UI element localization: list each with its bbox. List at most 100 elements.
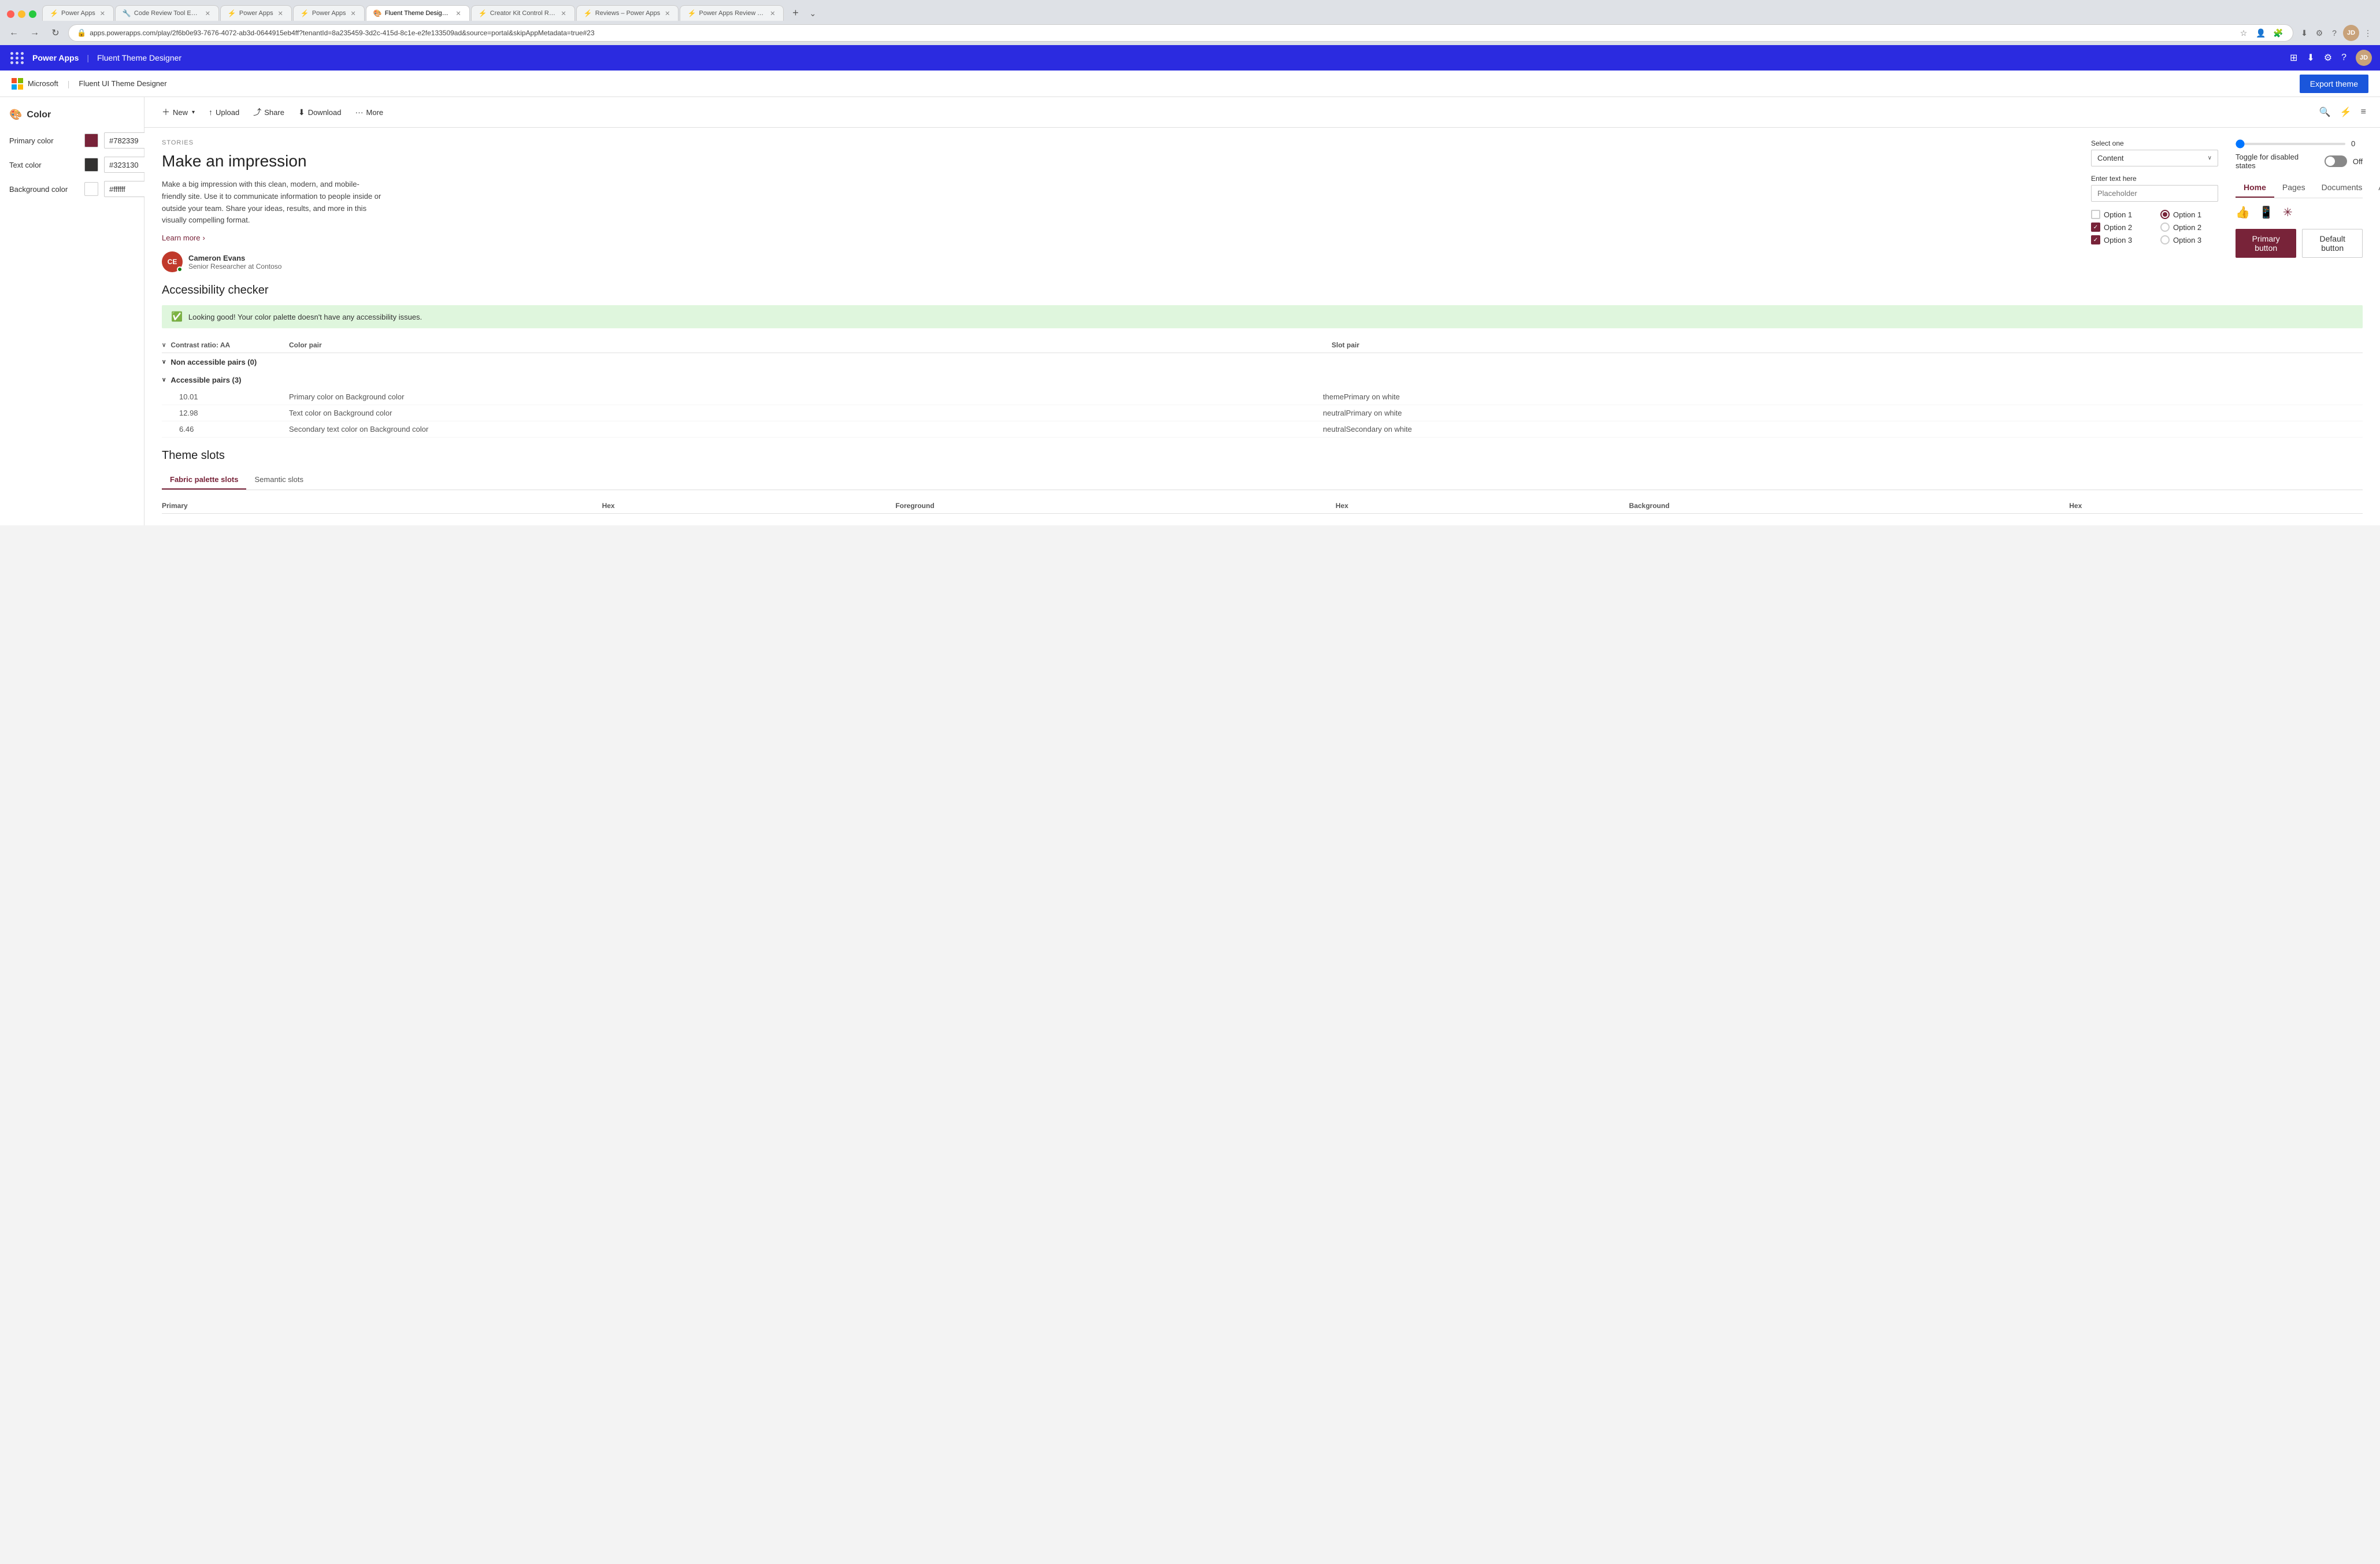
non-accessible-group[interactable]: ∨ Non accessible pairs (0) [162, 353, 2363, 371]
forward-button[interactable]: → [27, 25, 43, 41]
browser-menu-2[interactable]: ⚙ [2313, 27, 2326, 39]
pivot-tab-pages[interactable]: Pages [2274, 178, 2314, 198]
toggle-control[interactable] [2325, 155, 2347, 167]
radio-1[interactable] [2160, 210, 2170, 219]
primary-color-swatch[interactable] [84, 134, 98, 147]
pivot-tab-home[interactable]: Home [2236, 178, 2274, 198]
settings-icon[interactable]: ⚙ [2324, 52, 2332, 64]
app-brand-label[interactable]: Power Apps [32, 53, 79, 62]
new-tab-button[interactable]: + [787, 5, 803, 21]
more-icon: ··· [355, 108, 364, 117]
color-palette-icon: 🎨 [9, 109, 22, 121]
user-profile-button[interactable]: JD [2343, 25, 2359, 41]
non-accessible-chevron[interactable]: ∨ [162, 359, 166, 365]
accessibility-title: Accessibility checker [162, 284, 2363, 297]
checkbox-2-check: ✓ [2093, 224, 2098, 231]
radio-3[interactable] [2160, 235, 2170, 244]
tab-dropdown-button[interactable]: ⌄ [807, 6, 818, 21]
address-bar[interactable]: 🔒 apps.powerapps.com/play/2f6b0e93-7676-… [68, 24, 2293, 42]
tab-4-close[interactable]: ✕ [350, 10, 357, 17]
slider-input[interactable] [2236, 143, 2345, 145]
toolbar: ＋ New ▾ ↑ Upload ⤴ Share ⬇ Download ··· … [144, 97, 2380, 128]
learn-more-link[interactable]: Learn more › [162, 234, 2074, 242]
ratio-1: 10.01 [179, 392, 277, 401]
help-icon[interactable]: ? [2341, 53, 2346, 63]
download-button[interactable]: ⬇ Download [292, 104, 347, 121]
install-icon[interactable]: ⬇ [2307, 52, 2314, 64]
theme-tabs: Fabric palette slots Semantic slots [162, 470, 2363, 490]
tab-3-close[interactable]: ✕ [277, 10, 284, 17]
browser-tab-5-active[interactable]: 🎨 Fluent Theme Designer - ✕ [366, 5, 470, 21]
reload-button[interactable]: ↻ [47, 25, 64, 41]
search-icon[interactable]: ⊞ [2290, 52, 2297, 64]
tab-6-close[interactable]: ✕ [560, 10, 568, 17]
radio-option-1: Option 1 [2160, 210, 2218, 219]
browser-tab-7[interactable]: ⚡ Reviews – Power Apps ✕ [576, 5, 679, 21]
more-button[interactable]: ··· More [350, 104, 390, 120]
tab-7-close[interactable]: ✕ [663, 10, 671, 17]
text-input-field[interactable] [2091, 185, 2218, 202]
tab-5-close[interactable]: ✕ [455, 10, 462, 17]
browser-tab-3[interactable]: ⚡ Power Apps ✕ [220, 5, 292, 21]
toolbar-view-icon[interactable]: ≡ [2359, 105, 2368, 120]
checkbox-3[interactable]: ✓ [2091, 235, 2100, 244]
export-theme-button[interactable]: Export theme [2300, 75, 2368, 93]
browser-more-menu[interactable]: ⋮ [2362, 27, 2374, 39]
buttons-row: Primary button Default button [2236, 229, 2363, 258]
toolbar-search-icon[interactable]: 🔍 [2317, 104, 2333, 120]
browser-tab-4[interactable]: ⚡ Power Apps ✕ [293, 5, 365, 21]
minimize-window-btn[interactable] [18, 10, 25, 18]
new-button[interactable]: ＋ New ▾ [156, 103, 201, 121]
close-window-btn[interactable] [7, 10, 14, 18]
browser-tab-1[interactable]: ⚡ Power Apps ✕ [42, 5, 114, 21]
browser-tab-6[interactable]: ⚡ Creator Kit Control Refere... ✕ [471, 5, 575, 21]
user-avatar[interactable]: JD [2356, 50, 2372, 66]
address-bar-row: ← → ↻ 🔒 apps.powerapps.com/play/2f6b0e93… [0, 21, 2380, 45]
ratio-header-chevron[interactable]: ∨ [162, 342, 166, 349]
pivot-tab-activity[interactable]: Activity [2370, 178, 2380, 198]
text-input-section: Enter text here [2091, 175, 2218, 202]
hex3-col-header: Hex [2069, 502, 2363, 510]
preview-left: STORIES Make an impression Make a big im… [162, 139, 2074, 272]
slider-value: 0 [2351, 139, 2363, 148]
extensions-icon[interactable]: 🧩 [2272, 27, 2285, 39]
tab-fabric-palette[interactable]: Fabric palette slots [162, 470, 246, 490]
tab-semantic-slots[interactable]: Semantic slots [246, 470, 312, 490]
accessible-group[interactable]: ∨ Accessible pairs (3) [162, 371, 2363, 389]
default-button[interactable]: Default button [2302, 229, 2363, 258]
waffle-menu[interactable] [8, 50, 27, 66]
upload-button[interactable]: ↑ Upload [203, 104, 245, 120]
browser-menu-1[interactable]: ⬇ [2298, 27, 2311, 39]
profile-icon[interactable]: 👤 [2255, 27, 2267, 39]
preview-headline: Make an impression [162, 152, 2074, 171]
browser-tab-2[interactable]: 🔧 Code Review Tool Experim... ✕ [115, 5, 219, 21]
tab-8-close[interactable]: ✕ [769, 10, 776, 17]
checkbox-1[interactable] [2091, 210, 2100, 219]
bookmark-icon[interactable]: ☆ [2237, 27, 2250, 39]
back-button[interactable]: ← [6, 25, 22, 41]
star-icon-button[interactable]: ✳ [2283, 205, 2293, 220]
dropdown[interactable]: Content ∨ [2091, 150, 2218, 166]
browser-menu-3[interactable]: ? [2328, 27, 2341, 39]
pivot-tab-documents[interactable]: Documents [2314, 178, 2371, 198]
new-label: New [173, 108, 188, 117]
logo-bar: Microsoft | Fluent UI Theme Designer Exp… [0, 71, 2380, 97]
maximize-window-btn[interactable] [29, 10, 36, 18]
browser-tab-8[interactable]: ⚡ Power Apps Review Tool ... ✕ [680, 5, 784, 21]
preview-inner: STORIES Make an impression Make a big im… [162, 139, 2363, 272]
checkbox-2[interactable]: ✓ [2091, 223, 2100, 232]
tab-1-close[interactable]: ✕ [99, 10, 106, 17]
radio-2[interactable] [2160, 223, 2170, 232]
toolbar-filter-icon[interactable]: ⚡ [2338, 104, 2354, 120]
bg-color-swatch[interactable] [84, 182, 98, 196]
like-icon-button[interactable]: 👍 [2236, 205, 2250, 220]
text-color-swatch[interactable] [84, 158, 98, 172]
accessible-chevron[interactable]: ∨ [162, 377, 166, 383]
share-button[interactable]: ⤴ Share [247, 103, 290, 121]
primary-button[interactable]: Primary button [2236, 229, 2296, 258]
mobile-icon-button[interactable]: 📱 [2259, 205, 2274, 220]
tab-2-close[interactable]: ✕ [204, 10, 212, 17]
app-page-label: Fluent Theme Designer [97, 53, 181, 62]
share-label: Share [264, 108, 284, 117]
tab-5-title: Fluent Theme Designer - [385, 10, 451, 17]
